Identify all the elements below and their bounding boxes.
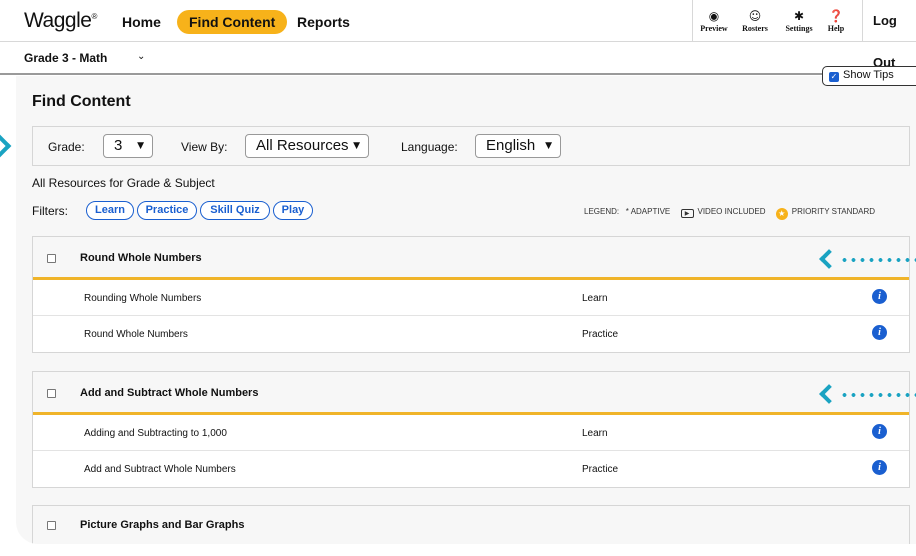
preview-button[interactable]: ◉ Preview [693,0,735,42]
nav-find-content[interactable]: Find Content [177,10,288,34]
chevron-down-icon: ▼ [545,141,552,151]
chevron-down-icon: ▼ [353,141,360,151]
group-header[interactable]: Round Whole Numbers [33,237,909,280]
table-row[interactable]: Round Whole Numbers Practice i [33,316,909,352]
resource-type: Learn [582,428,608,439]
waggle-logo[interactable]: Waggle® [24,9,97,33]
settings-label: Settings [785,24,813,33]
tour-pointer-dots [840,258,916,262]
eye-icon: ◉ [708,9,720,23]
group-title: Picture Graphs and Bar Graphs [80,519,245,531]
grade-label: Grade: [48,140,85,154]
rosters-button[interactable]: ☺ Rosters [735,0,775,42]
filter-pill-learn[interactable]: Learn [86,201,134,220]
filter-bar: Grade: 3 ▼ View By: All Resources ▼ Lang… [32,126,910,166]
group-title: Round Whole Numbers [80,252,202,264]
top-navbar: Waggle® Home Find Content Reports ◉ Prev… [0,0,916,70]
table-row[interactable]: Add and Subtract Whole Numbers Practice … [33,451,909,487]
content-group: Round Whole Numbers Rounding Whole Numbe… [32,236,910,353]
subject-bar: Grade 3 - Math ⌄ [0,42,916,75]
help-label: Help [827,24,845,33]
resource-name[interactable]: Adding and Subtracting to 1,000 [84,428,227,439]
view-by-label: View By: [181,140,228,154]
chevron-down-icon: ▼ [137,141,144,151]
table-row[interactable]: Adding and Subtracting to 1,000 Learn i [33,415,909,451]
info-icon[interactable]: i [872,424,887,439]
filter-pill-play[interactable]: Play [273,201,313,220]
help-button[interactable]: ❓ Help [823,0,849,42]
group-title: Add and Subtract Whole Numbers [80,387,259,399]
checkbox-checked-icon[interactable]: ✓ [829,72,839,82]
legend: LEGEND: * ADAPTIVE ▶ VIDEO INCLUDED ★ PRIO… [584,207,875,220]
legend-priority: PRIORITY STANDARD [791,207,876,216]
language-select[interactable]: English ▼ [475,134,561,158]
show-tips-toggle[interactable]: ✓ Show Tips [822,66,916,86]
group-checkbox[interactable] [47,389,56,398]
settings-button[interactable]: ✱ Settings [775,0,823,42]
grade-value: 3 [114,137,123,154]
logo-text: Waggle [24,9,92,32]
content-card: Find Content Grade: 3 ▼ View By: All Res… [16,76,916,544]
results-heading: All Resources for Grade & Subject [32,176,215,190]
language-value: English [486,137,536,154]
info-icon[interactable]: i [872,460,887,475]
info-icon[interactable]: i [872,325,887,340]
legend-video: VIDEO INCLUDED [697,207,766,216]
filter-pill-practice[interactable]: Practice [137,201,197,220]
filters-label: Filters: [32,204,68,218]
view-by-select[interactable]: All Resources ▼ [245,134,369,158]
resource-name[interactable]: Add and Subtract Whole Numbers [84,464,236,475]
content-group: Add and Subtract Whole Numbers Adding an… [32,371,910,488]
resource-type: Learn [582,293,608,304]
view-by-value: All Resources [256,137,349,154]
tour-pointer-dots [840,393,916,397]
grade-select[interactable]: 3 ▼ [103,134,153,158]
preview-label: Preview [700,24,728,33]
filter-pill-skill-quiz[interactable]: Skill Quiz [200,201,270,220]
show-tips-label: Show Tips [843,69,894,81]
logout-button[interactable]: Log Out [862,0,916,70]
subject-selector[interactable]: Grade 3 - Math [24,51,107,65]
group-checkbox[interactable] [47,521,56,530]
resource-name[interactable]: Round Whole Numbers [84,329,188,340]
legend-adaptive: * ADAPTIVE [625,207,671,216]
nav-reports[interactable]: Reports [285,10,362,34]
chevron-down-icon[interactable]: ⌄ [137,51,145,62]
tour-pointer-arrow [0,134,12,158]
video-icon: ▶ [680,209,694,218]
toolbar: ◉ Preview ☺ Rosters ✱ Settings ❓ Help [692,0,849,42]
page-title: Find Content [32,93,131,110]
content-group: Picture Graphs and Bar Graphs [32,505,910,544]
help-icon: ❓ [828,9,844,23]
group-checkbox[interactable] [47,254,56,263]
resource-type: Practice [582,464,619,475]
legend-label: LEGEND: [584,207,620,216]
face-icon: ☺ [748,9,762,23]
group-header[interactable]: Add and Subtract Whole Numbers [33,372,909,415]
resource-type: Practice [582,329,619,340]
resource-name[interactable]: Rounding Whole Numbers [84,293,201,304]
info-icon[interactable]: i [872,289,887,304]
gear-icon: ✱ [793,9,805,23]
language-label: Language: [401,140,458,154]
table-row[interactable]: Rounding Whole Numbers Learn i [33,280,909,316]
logo-registered-mark: ® [91,12,97,21]
nav-home[interactable]: Home [110,10,173,34]
rosters-label: Rosters [742,24,768,33]
star-icon: ★ [775,208,788,220]
